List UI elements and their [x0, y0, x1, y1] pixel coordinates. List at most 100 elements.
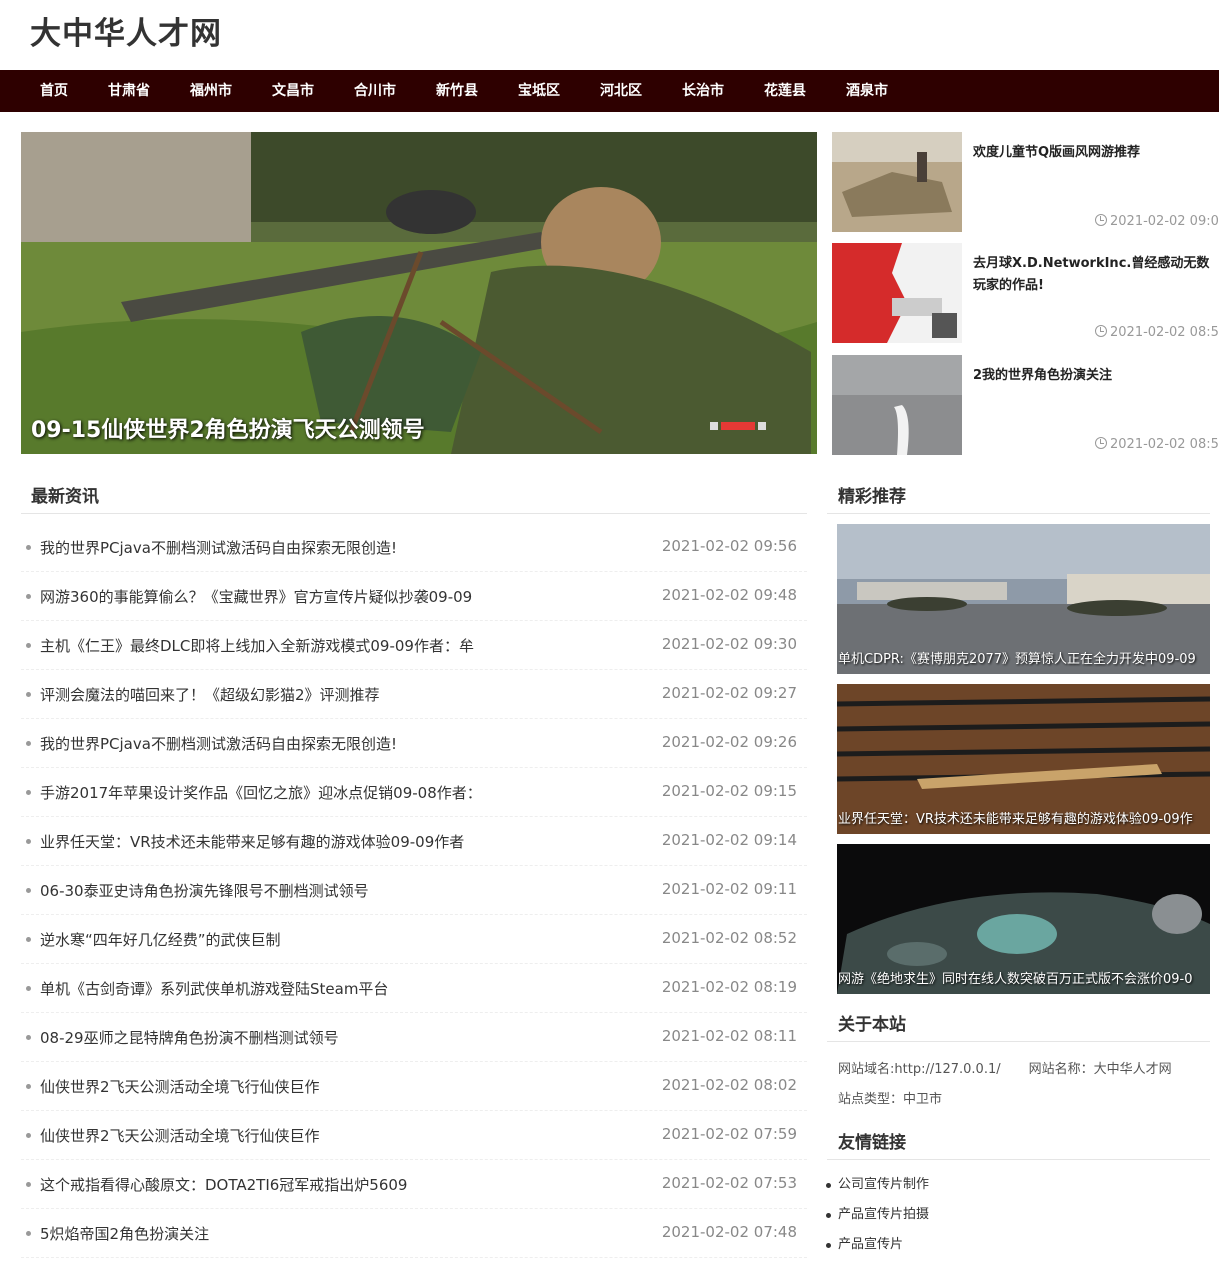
hero-caption[interactable]: 09-15仙侠世界2角色扮演飞天公测领号 — [31, 412, 425, 444]
news-row[interactable]: 逆水寒“四年好几亿经费”的武侠巨制 2021-02-02 08:52 — [21, 915, 807, 964]
side-news-item[interactable]: 2我的世界角色扮演关注 2021-02-02 08:50 — [832, 355, 1219, 455]
news-row[interactable]: 这个戒指看得心酸原文：DOTA2TI6冠军戒指出炉5609 2021-02-02 … — [21, 1160, 807, 1209]
news-title[interactable]: 仙侠世界2飞天公测活动全境飞行仙侠巨作 — [40, 1125, 492, 1146]
links-heading: 友情链接 — [838, 1133, 906, 1153]
news-title[interactable]: 仙侠世界2飞天公测活动全境飞行仙侠巨作 — [40, 1076, 492, 1097]
bullet-icon — [26, 790, 31, 795]
news-title[interactable]: 我的世界PCjava不删档测试激活码自由探索无限创造! — [40, 733, 492, 754]
news-title[interactable]: 5炽焰帝国2角色扮演关注 — [40, 1223, 492, 1244]
recommend-card[interactable]: 单机CDPR:《赛博朋克2077》预算惊人正在全力开发中09-09 — [837, 524, 1210, 674]
nav-item-xinzhu[interactable]: 新竹县 — [416, 70, 498, 112]
news-row[interactable]: 仙侠世界2飞天公测活动全境飞行仙侠巨作 2021-02-02 07:59 — [21, 1111, 807, 1160]
divider — [827, 1041, 1210, 1042]
side-news-time: 2021-02-02 08:56 — [1095, 325, 1219, 340]
bullet-icon — [26, 1133, 31, 1138]
bullet-icon — [26, 1035, 31, 1040]
bullet-icon — [26, 643, 31, 648]
side-news-thumbnail[interactable] — [832, 243, 962, 343]
news-title[interactable]: 06-30泰亚史诗角色扮演先锋限号不删档测试领号 — [40, 880, 492, 901]
bullet-icon — [26, 986, 31, 991]
slide-dot[interactable] — [758, 422, 766, 430]
nav-item-hebei[interactable]: 河北区 — [580, 70, 662, 112]
about-type: 站点类型：中卫市 — [838, 1092, 943, 1107]
bullet-icon — [26, 545, 31, 550]
slide-dot-active[interactable] — [721, 422, 755, 430]
news-row[interactable]: 手游2017年苹果设计奖作品《回忆之旅》迎冰点促销09-08作者： 2021-02… — [21, 768, 807, 817]
news-title[interactable]: 08-29巫师之昆特牌角色扮演不删档测试领号 — [40, 1027, 492, 1048]
friend-link[interactable]: 公司宣传片制作 — [825, 1170, 929, 1200]
nav-item-hechuan[interactable]: 合川市 — [334, 70, 416, 112]
bullet-icon — [26, 692, 31, 697]
news-row[interactable]: 网游360的事能算偷么？《宝藏世界》官方宣传片疑似抄袭09-09 2021-02-… — [21, 572, 807, 621]
news-title[interactable]: 这个戒指看得心酸原文：DOTA2TI6冠军戒指出炉5609 — [40, 1174, 492, 1195]
side-news-title[interactable]: 2我的世界角色扮演关注 — [973, 365, 1219, 387]
nav-item-gansu[interactable]: 甘肃省 — [88, 70, 170, 112]
news-row[interactable]: 评测会魔法的喵回来了！《超级幻影猫2》评测推荐 2021-02-02 09:27 — [21, 670, 807, 719]
news-row[interactable]: 业界任天堂：VR技术还未能带来足够有趣的游戏体验09-09作者 2021-02-0… — [21, 817, 807, 866]
nav-item-baodi[interactable]: 宝坻区 — [498, 70, 580, 112]
side-news-item[interactable]: 欢度儿童节Q版画风网游推荐 2021-02-02 09:00 — [832, 132, 1219, 232]
nav-item-home[interactable]: 首页 — [20, 70, 88, 112]
news-row[interactable]: 单机《古剑奇谭》系列武侠单机游戏登陆Steam平台 2021-02-02 08:1… — [21, 964, 807, 1013]
side-news-item[interactable]: 去月球X.D.NetworkInc.曾经感动无数玩家的作品! 2021-02-0… — [832, 243, 1219, 343]
news-row[interactable]: 08-29巫师之昆特牌角色扮演不删档测试领号 2021-02-02 08:11 — [21, 1013, 807, 1062]
hero-slider[interactable]: 09-15仙侠世界2角色扮演飞天公测领号 — [21, 132, 817, 454]
about-name: 网站名称：大中华人才网 — [1028, 1062, 1172, 1077]
friend-link[interactable]: 产品宣传片 — [825, 1230, 929, 1260]
recommend-heading: 精彩推荐 — [838, 487, 906, 507]
side-news-time-text: 2021-02-02 09:00 — [1110, 214, 1219, 229]
news-row[interactable]: 仙侠世界2飞天公测活动全境飞行仙侠巨作 2021-02-02 08:02 — [21, 1062, 807, 1111]
clock-icon — [1095, 214, 1107, 226]
news-row[interactable]: 我的世界PCjava不删档测试激活码自由探索无限创造! 2021-02-02 09… — [21, 523, 807, 572]
side-news-thumbnail[interactable] — [832, 355, 962, 455]
bullet-icon — [26, 888, 31, 893]
side-news-thumbnail[interactable] — [832, 132, 962, 232]
recommend-card[interactable]: 业界任天堂：VR技术还未能带来足够有趣的游戏体验09-09作 — [837, 684, 1210, 834]
friend-link[interactable]: 产品宣传片拍摄 — [825, 1200, 929, 1230]
nav-item-jiuquan[interactable]: 酒泉市 — [826, 70, 908, 112]
news-time: 2021-02-02 07:59 — [661, 1125, 797, 1143]
nav-item-fuzhou[interactable]: 福州市 — [170, 70, 252, 112]
news-title[interactable]: 单机《古剑奇谭》系列武侠单机游戏登陆Steam平台 — [40, 978, 492, 999]
recommend-card[interactable]: 网游《绝地求生》同时在线人数突破百万正式版不会涨价09-0 — [837, 844, 1210, 994]
news-time: 2021-02-02 08:52 — [661, 929, 797, 947]
site-header: 大中华人才网 — [0, 0, 1219, 70]
nav-item-changzhi[interactable]: 长治市 — [662, 70, 744, 112]
news-time: 2021-02-02 09:26 — [661, 733, 797, 751]
news-title[interactable]: 网游360的事能算偷么？《宝藏世界》官方宣传片疑似抄袭09-09 — [40, 586, 492, 607]
bullet-icon — [26, 1231, 31, 1236]
news-row[interactable]: 5炽焰帝国2角色扮演关注 2021-02-02 07:48 — [21, 1209, 807, 1258]
side-news-title[interactable]: 欢度儿童节Q版画风网游推荐 — [973, 142, 1219, 164]
news-title[interactable]: 主机《仁王》最终DLC即将上线加入全新游戏模式09-09作者：牟 — [40, 635, 492, 656]
news-title[interactable]: 我的世界PCjava不删档测试激活码自由探索无限创造! — [40, 537, 492, 558]
news-time: 2021-02-02 08:11 — [661, 1027, 797, 1045]
news-time: 2021-02-02 09:14 — [661, 831, 797, 849]
side-news-time-text: 2021-02-02 08:50 — [1110, 437, 1219, 452]
news-title[interactable]: 手游2017年苹果设计奖作品《回忆之旅》迎冰点促销09-08作者： — [40, 782, 492, 803]
news-time: 2021-02-02 09:15 — [661, 782, 797, 800]
nav-item-hualian[interactable]: 花莲县 — [744, 70, 826, 112]
bullet-icon — [26, 937, 31, 942]
clock-icon — [1095, 437, 1107, 449]
friend-links: 公司宣传片制作 产品宣传片拍摄 产品宣传片 — [825, 1170, 929, 1260]
recommend-caption[interactable]: 单机CDPR:《赛博朋克2077》预算惊人正在全力开发中09-09 — [838, 648, 1210, 667]
recommend-caption[interactable]: 业界任天堂：VR技术还未能带来足够有趣的游戏体验09-09作 — [838, 808, 1210, 827]
news-title[interactable]: 业界任天堂：VR技术还未能带来足够有趣的游戏体验09-09作者 — [40, 831, 492, 852]
news-time: 2021-02-02 08:19 — [661, 978, 797, 996]
news-row[interactable]: 主机《仁王》最终DLC即将上线加入全新游戏模式09-09作者：牟 2021-02-… — [21, 621, 807, 670]
recommend-caption[interactable]: 网游《绝地求生》同时在线人数突破百万正式版不会涨价09-0 — [838, 968, 1210, 987]
news-title[interactable]: 逆水寒“四年好几亿经费”的武侠巨制 — [40, 929, 492, 950]
news-title[interactable]: 评测会魔法的喵回来了！《超级幻影猫2》评测推荐 — [40, 684, 492, 705]
side-news-title[interactable]: 去月球X.D.NetworkInc.曾经感动无数玩家的作品! — [973, 253, 1219, 297]
nav-item-wenchang[interactable]: 文昌市 — [252, 70, 334, 112]
slide-dot[interactable] — [710, 422, 718, 430]
site-title[interactable]: 大中华人才网 — [30, 8, 222, 53]
bullet-icon — [26, 1182, 31, 1187]
divider — [21, 513, 807, 514]
bullet-icon — [26, 1084, 31, 1089]
side-news-time: 2021-02-02 08:50 — [1095, 437, 1219, 452]
news-row[interactable]: 06-30泰亚史诗角色扮演先锋限号不删档测试领号 2021-02-02 09:11 — [21, 866, 807, 915]
divider — [827, 1159, 1210, 1160]
news-time: 2021-02-02 09:48 — [661, 586, 797, 604]
news-row[interactable]: 我的世界PCjava不删档测试激活码自由探索无限创造! 2021-02-02 09… — [21, 719, 807, 768]
